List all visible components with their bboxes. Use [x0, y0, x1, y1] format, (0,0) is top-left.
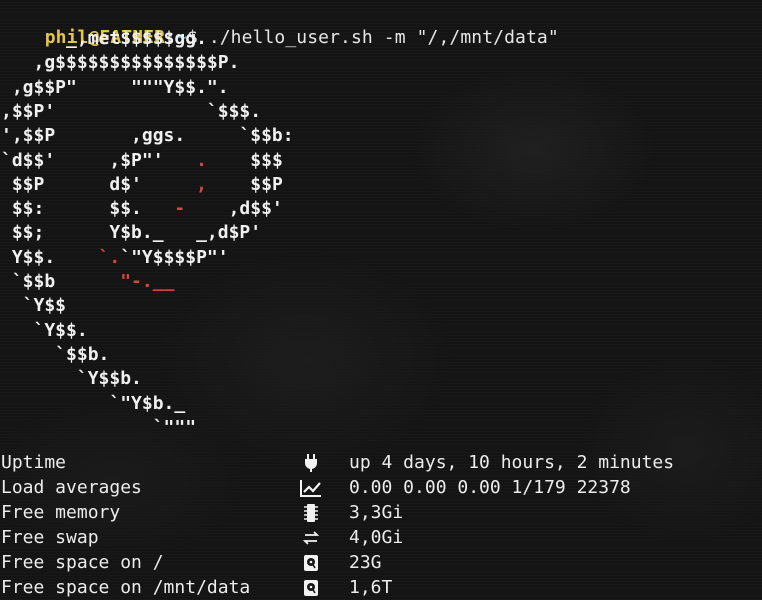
- logo-segment: $$P: [206, 173, 283, 195]
- stat-row: Uptime up 4 days, 10 hours, 2 minutes: [1, 450, 761, 475]
- logo-segment: `"Y$$$$P"': [120, 246, 229, 268]
- logo-segment: `"Y$b._: [1, 392, 186, 414]
- logo-segment: `$$b: [1, 271, 121, 292]
- stat-row: Free space on / 23G: [1, 550, 761, 575]
- logo-accent-segment: ,: [196, 173, 207, 195]
- logo-segment: ,g$$$$$$$$$$$$$$$P.: [1, 52, 240, 74]
- logo-line: ,g$$$$$$$$$$$$$$$P.: [1, 51, 240, 75]
- logo-line: `Y$$b.: [1, 367, 142, 391]
- logo-accent-segment: -: [174, 198, 186, 220]
- logo-line: `Y$$.: [1, 319, 88, 343]
- logo-line: Y$$. `.`"Y$$$$P"': [1, 246, 229, 270]
- stat-label: Free space on /mnt/data: [1, 577, 251, 598]
- stat-value: 1,6T: [349, 577, 393, 598]
- logo-segment: ',$$P ,ggs. `$$b:: [1, 125, 294, 147]
- logo-line: ,g$$P" """Y$$.".: [1, 76, 229, 100]
- logo-segment: $$; Y$b._ _,d$P': [1, 222, 262, 244]
- memory-chip-icon: [300, 500, 322, 525]
- stat-value: 4,0Gi: [349, 527, 404, 548]
- logo-line: `""": [1, 416, 196, 440]
- logo-accent-segment: "-.__: [120, 271, 175, 292]
- logo-line: `d$$' ,$P"' . $$$: [1, 149, 283, 173]
- logo-segment: `Y$$.: [1, 319, 88, 341]
- logo-segment: `""": [1, 416, 197, 438]
- logo-segment: $$: $$.: [1, 198, 175, 220]
- stat-row: Free space on /mnt/data 1,6T: [1, 575, 761, 600]
- swap-arrows-icon: [300, 525, 322, 550]
- stat-label: Load averages: [1, 477, 142, 498]
- logo-segment: $$$: [206, 149, 283, 171]
- logo-segment: `Y$$: [1, 295, 67, 317]
- logo-segment: Y$$.: [1, 246, 99, 268]
- stat-row: Load averages 0.00 0.00 0.00 1/179 22378: [1, 475, 761, 500]
- logo-line: ',$$P ,ggs. `$$b:: [1, 124, 294, 148]
- logo-line: `$$b.: [1, 343, 109, 367]
- logo-line: `"Y$b._: [1, 392, 185, 416]
- logo-segment: $$P d$': [1, 173, 197, 195]
- logo-segment: _,met$$$$$gg.: [1, 28, 207, 49]
- logo-segment: `d$$' ,$P"': [1, 149, 197, 171]
- logo-line: $$P d$' , $$P: [1, 173, 283, 197]
- harddisk-icon: [300, 575, 322, 600]
- terminal-window[interactable]: phil@FATHER:~$ ./hello_user.sh -m "/,/mn…: [0, 0, 762, 600]
- stat-row: Free swap 4,0Gi: [1, 525, 761, 550]
- stat-value: 0.00 0.00 0.00 1/179 22378: [349, 477, 631, 498]
- logo-segment: `Y$$b.: [1, 368, 142, 390]
- stat-value: up 4 days, 10 hours, 2 minutes: [349, 452, 675, 473]
- logo-line: _,met$$$$$gg.: [1, 27, 207, 51]
- chart-line-icon: [300, 475, 322, 500]
- logo-line: `$$b "-.__: [1, 270, 175, 294]
- logo-accent-segment: `.: [98, 246, 121, 268]
- stat-value: 23G: [349, 552, 382, 573]
- harddisk-icon: [300, 550, 322, 575]
- logo-line: $$: $$. - ,d$$': [1, 197, 283, 221]
- logo-line: $$; Y$b._ _,d$P': [1, 221, 261, 245]
- command-text: ./hello_user.sh -m "/,/mnt/data": [208, 27, 559, 48]
- logo-segment: ,$$P' `$$$.: [1, 100, 262, 122]
- logo-accent-segment: .: [196, 149, 207, 171]
- stat-label: Free swap: [1, 527, 99, 548]
- stat-label: Free memory: [1, 502, 121, 523]
- logo-segment: ,d$$': [185, 198, 283, 220]
- plug-icon: [300, 450, 322, 475]
- logo-line: ,$$P' `$$$.: [1, 100, 261, 124]
- command-prompt-line: phil@FATHER:~$ ./hello_user.sh -m "/,/mn…: [1, 0, 559, 48]
- stat-row: Free memory 3,3Gi: [1, 500, 761, 525]
- logo-segment: `$$b.: [1, 343, 110, 365]
- logo-segment: ,g$$P" """Y$$.".: [1, 76, 229, 98]
- stat-label: Free space on /: [1, 552, 164, 573]
- stat-label: Uptime: [1, 452, 67, 473]
- logo-line: `Y$$: [1, 294, 66, 318]
- stat-value: 3,3Gi: [349, 502, 404, 523]
